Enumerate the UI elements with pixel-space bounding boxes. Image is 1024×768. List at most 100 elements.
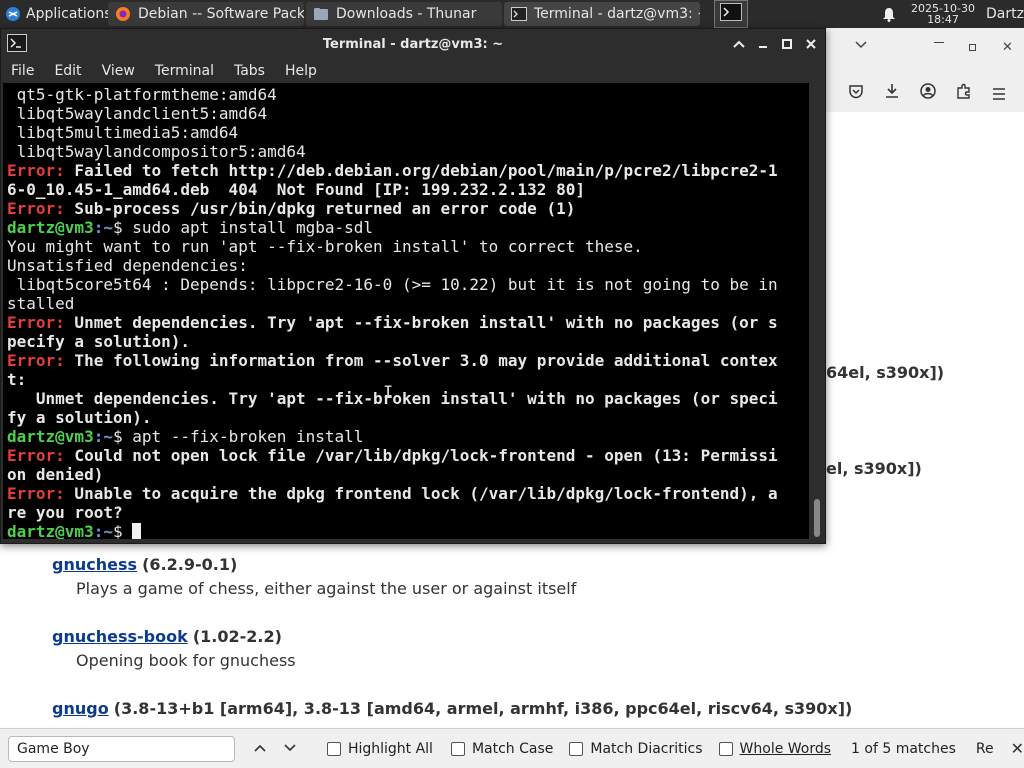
error-text: Could not open lock file /var/lib/dpkg/l… [64, 446, 778, 465]
terminal-output[interactable]: qt5-gtk-platformtheme:amd64 libqt5waylan… [3, 83, 809, 539]
package-arch-fragment: 64el, s390x]) [826, 363, 945, 382]
prompt-path: :~ [93, 218, 113, 237]
package-link[interactable]: gnuchess-book [52, 627, 188, 646]
terminal-icon [510, 5, 528, 23]
error-text: Sub-process /usr/bin/dpkg returned an er… [64, 199, 576, 218]
applications-menu[interactable]: Applications ≡ [0, 0, 108, 28]
checkbox-box[interactable] [718, 741, 733, 756]
checkbox-box[interactable] [326, 741, 341, 756]
output-line: fy a solution). [7, 408, 152, 427]
error-tag: Error: [7, 199, 65, 218]
shade-icon[interactable] [727, 32, 751, 56]
clock[interactable]: 2025-10-30 18:47 [908, 3, 978, 25]
notification-bell-icon[interactable] [878, 7, 900, 22]
command-text: apt --fix-broken install [122, 427, 364, 446]
output-line: libqt5waylandcompositor5:amd64 [7, 142, 306, 161]
find-next-icon[interactable] [283, 741, 297, 757]
taskbar: Applications ≡ Debian -- Software Pack..… [0, 0, 1024, 28]
prompt-sign: $ [112, 427, 123, 446]
task-terminal[interactable]: Terminal - dartz@vm3: ~ [504, 2, 700, 26]
package-link[interactable]: gnuchess [52, 555, 137, 574]
whole-words-checkbox[interactable]: Whole Words [718, 740, 832, 757]
close-icon[interactable]: ✕ [1002, 40, 1013, 55]
text-ibeam-cursor-icon: I [383, 383, 394, 403]
error-text: Unmet dependencies. Try 'apt --fix-broke… [64, 313, 778, 332]
output-line: Error: The following information from --… [7, 351, 809, 370]
download-icon[interactable] [884, 83, 900, 103]
maximize-icon[interactable] [969, 44, 976, 51]
task-thunar[interactable]: Downloads - Thunar [306, 2, 502, 26]
task-label: Downloads - Thunar [336, 6, 477, 22]
pocket-icon[interactable] [848, 84, 864, 103]
minimize-icon[interactable] [934, 42, 944, 43]
match-count: 1 of 5 matches [851, 740, 956, 757]
menu-view[interactable]: View [92, 63, 145, 79]
clock-time: 18:47 [927, 13, 959, 26]
output-line: libqt5core5t64 : Depends: libpcre2-16-0 … [7, 275, 778, 294]
package-description: Plays a game of chess, either against th… [76, 579, 577, 598]
find-input[interactable] [8, 735, 235, 762]
minimize-icon[interactable] [751, 32, 775, 56]
extensions-icon[interactable] [956, 83, 972, 103]
hamburger-menu-icon[interactable] [992, 85, 1006, 104]
prompt-sign: $ [112, 218, 123, 237]
output-line: Error: Unable to acquire the dpkg fronte… [7, 484, 809, 503]
error-tag: Error: [7, 446, 65, 465]
output-line: Error: Unmet dependencies. Try 'apt --fi… [7, 313, 809, 332]
error-text: Failed to fetch http://deb.debian.org/de… [64, 161, 778, 180]
prompt-line: dartz@vm3:~$ [7, 522, 809, 539]
error-tag: Error: [7, 313, 65, 332]
user-menu[interactable]: Dartz [986, 6, 1024, 22]
account-icon[interactable] [920, 83, 936, 103]
applications-label: Applications [26, 6, 108, 22]
package-entry: gnuchess (6.2.9-0.1) [52, 555, 237, 574]
checkbox-box[interactable] [569, 741, 584, 756]
package-entry: gnuchess-book (1.02-2.2) [52, 627, 282, 646]
checkbox-label: Match Diacritics [590, 740, 703, 757]
output-line: libqt5multimedia5:amd64 [7, 123, 239, 142]
highlight-all-checkbox[interactable]: Highlight All [326, 741, 433, 757]
scrollbar-thumb[interactable] [814, 499, 820, 537]
task-label: Debian -- Software Pack... [138, 6, 304, 22]
checkbox-label: Whole Words [739, 740, 832, 757]
output-line: Error: Sub-process /usr/bin/dpkg returne… [7, 199, 809, 218]
checkbox-box[interactable] [450, 741, 465, 756]
prompt-sign: $ [112, 522, 123, 539]
output-line: 6-0_10.45-1_amd64.deb 404 Not Found [IP:… [7, 180, 585, 199]
menu-terminal[interactable]: Terminal [145, 63, 224, 79]
close-icon[interactable] [799, 32, 823, 56]
output-line: on denied) [7, 465, 104, 484]
menu-tabs[interactable]: Tabs [224, 63, 275, 79]
find-close-icon[interactable]: ✕ [1011, 739, 1024, 758]
menu-file[interactable]: File [1, 63, 44, 79]
launcher-terminal[interactable] [714, 0, 748, 28]
output-line: Unmet dependencies. Try 'apt --fix-broke… [7, 389, 778, 408]
folder-icon [312, 5, 330, 23]
find-status: Re [975, 740, 994, 757]
match-case-checkbox[interactable]: Match Case [450, 740, 554, 757]
task-label: Terminal - dartz@vm3: ~ [534, 6, 700, 22]
package-entry: gnugo (3.8-13+b1 [arm64], 3.8-13 [amd64,… [52, 699, 852, 718]
menu-edit[interactable]: Edit [44, 63, 91, 79]
prompt-user: dartz@vm3 [7, 427, 94, 446]
xfce-logo-icon [4, 5, 22, 23]
output-line: Error: Could not open lock file /var/lib… [7, 446, 809, 465]
package-version: (1.02-2.2) [192, 627, 282, 646]
match-diacritics-checkbox[interactable]: Match Diacritics [569, 740, 703, 757]
text-cursor [132, 523, 142, 539]
menu-help[interactable]: Help [275, 63, 327, 79]
firefox-icon [114, 5, 132, 23]
package-arch-fragment: el, s390x]) [826, 459, 922, 478]
checkbox-label: Match Case [471, 740, 554, 757]
command-text: sudo apt install mgba-sdl [122, 218, 374, 237]
chevron-down-icon[interactable] [854, 38, 868, 54]
output-line: t: [7, 370, 27, 389]
terminal-scrollbar[interactable] [811, 83, 823, 539]
package-link[interactable]: gnugo [52, 699, 109, 718]
task-firefox[interactable]: Debian -- Software Pack... [108, 2, 304, 26]
prompt-user: dartz@vm3 [7, 218, 94, 237]
terminal-titlebar[interactable]: Terminal - dartz@vm3: ~ [1, 29, 825, 59]
find-previous-icon[interactable] [253, 741, 267, 757]
maximize-icon[interactable] [775, 32, 799, 56]
output-line: qt5-gtk-platformtheme:amd64 [7, 85, 277, 104]
